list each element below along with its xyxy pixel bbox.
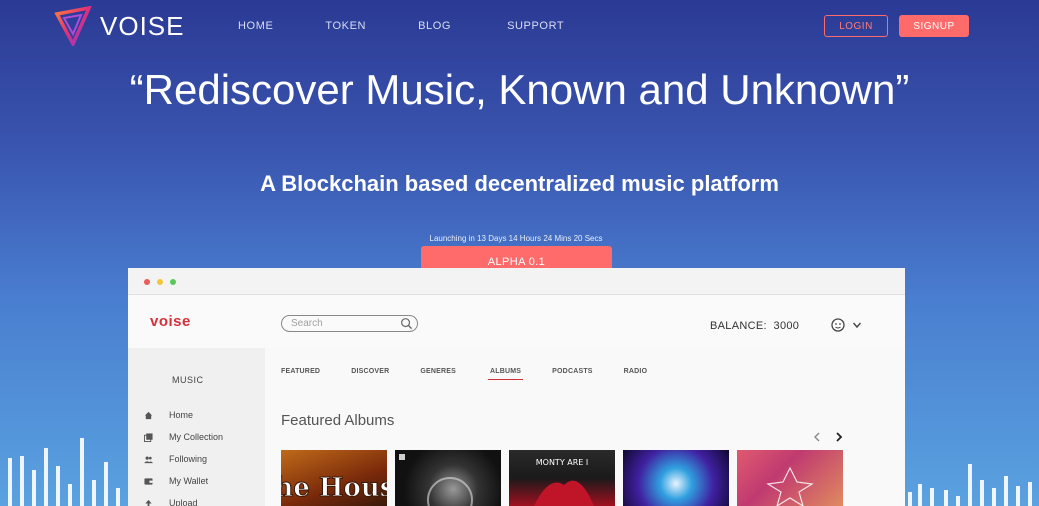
- section-title: Featured Albums: [281, 412, 395, 429]
- tab-featured[interactable]: FEATURED: [281, 368, 320, 375]
- album-card[interactable]: [737, 450, 843, 506]
- equalizer-bar: [980, 480, 984, 506]
- minimize-dot-icon: [157, 279, 163, 285]
- equalizer-bar: [20, 456, 24, 506]
- equalizer-bar: [116, 488, 120, 506]
- album-card[interactable]: [395, 450, 501, 506]
- carousel-controls: [810, 430, 854, 444]
- equalizer-bar: [930, 488, 934, 506]
- site-logo[interactable]: VOISE: [54, 6, 184, 46]
- album-card[interactable]: [623, 450, 729, 506]
- balance-value: 3000: [773, 320, 800, 332]
- album-cover-title: The House: [281, 473, 387, 503]
- equalizer-bar: [1028, 482, 1032, 506]
- main-nav: HOME TOKEN BLOG SUPPORT: [238, 20, 616, 32]
- sidebar-item-following[interactable]: Following: [144, 454, 207, 464]
- hero-subheadline: A Blockchain based decentralized music p…: [260, 171, 779, 196]
- equalizer-bar: [44, 448, 48, 506]
- sidebar-item-label: My Wallet: [169, 476, 209, 486]
- equalizer-bar: [944, 490, 948, 506]
- nav-token[interactable]: TOKEN: [325, 20, 366, 32]
- site-brand-name: VOISE: [100, 10, 185, 41]
- balance-display: BALANCE: 3000: [710, 320, 799, 332]
- equalizer-bar: [56, 466, 60, 506]
- sidebar-item-label: My Collection: [169, 432, 224, 442]
- content-tabs: FEATURED DISCOVER GENERES ALBUMS PODCAST…: [281, 368, 648, 380]
- equalizer-bar: [918, 484, 922, 506]
- equalizer-bar: [68, 484, 72, 506]
- tab-podcasts[interactable]: PODCASTS: [552, 368, 593, 375]
- window-titlebar: [128, 268, 905, 295]
- equalizer-bar: [908, 492, 912, 506]
- maximize-dot-icon: [170, 279, 176, 285]
- launch-countdown: Launching in 13 Days 14 Hours 24 Mins 20…: [429, 234, 603, 243]
- sidebar-title: MUSIC: [172, 375, 204, 385]
- nav-blog[interactable]: BLOG: [418, 20, 451, 32]
- chevron-right-icon[interactable]: [832, 430, 846, 444]
- album-card[interactable]: MONTY ARE I: [509, 450, 615, 506]
- nav-home[interactable]: HOME: [238, 20, 273, 32]
- album-cover-art: [399, 454, 473, 506]
- album-cover-art: [766, 466, 814, 506]
- search-icon[interactable]: [400, 317, 413, 330]
- search-placeholder: Search: [291, 318, 323, 329]
- balance-label: BALANCE:: [710, 320, 767, 332]
- album-cover-art: MONTY ARE I: [534, 458, 594, 506]
- sidebar-item-label: Upload: [169, 498, 198, 506]
- album-card[interactable]: The House: [281, 450, 387, 506]
- equalizer-bar: [968, 464, 972, 506]
- alpha-button[interactable]: ALPHA 0.1: [421, 246, 612, 270]
- search-input[interactable]: Search: [281, 315, 418, 332]
- wallet-icon: [144, 477, 153, 485]
- equalizer-bar: [1004, 476, 1008, 506]
- equalizer-bar: [32, 470, 36, 506]
- sidebar-item-label: Home: [169, 410, 194, 420]
- equalizer-bar: [92, 480, 96, 506]
- album-cover-art: The House: [281, 473, 387, 504]
- collection-icon: [144, 432, 153, 442]
- sidebar-item-my-wallet[interactable]: My Wallet: [144, 476, 208, 486]
- app-preview-window: voise Search BALANCE: 3000 MUSIC Home My…: [128, 268, 905, 506]
- equalizer-bar: [992, 488, 996, 506]
- home-icon: [144, 411, 153, 419]
- people-icon: [144, 456, 153, 463]
- album-cover-title: MONTY ARE I: [536, 458, 589, 467]
- chevron-left-icon[interactable]: [810, 430, 824, 444]
- tab-generes[interactable]: GENERES: [420, 368, 456, 375]
- chevron-down-icon[interactable]: [852, 320, 862, 330]
- equalizer-bar: [1016, 486, 1020, 506]
- login-button[interactable]: LOGIN: [824, 15, 888, 37]
- close-dot-icon: [144, 279, 150, 285]
- equalizer-bar: [80, 438, 84, 506]
- app-brand[interactable]: voise: [150, 313, 191, 330]
- sidebar-item-label: Following: [169, 454, 208, 464]
- sidebar-item-home[interactable]: Home: [144, 410, 193, 420]
- equalizer-bar: [8, 458, 12, 506]
- nav-support[interactable]: SUPPORT: [507, 20, 564, 32]
- hero-headline: “Rediscover Music, Known and Unknown”: [129, 66, 910, 113]
- tab-albums[interactable]: ALBUMS: [488, 368, 524, 380]
- app-header: voise Search BALANCE: 3000: [128, 296, 905, 348]
- sidebar-item-my-collection[interactable]: My Collection: [144, 432, 223, 442]
- signup-button[interactable]: SIGNUP: [899, 15, 969, 37]
- upload-icon: [145, 499, 152, 506]
- sidebar-item-upload[interactable]: Upload: [144, 498, 198, 506]
- tab-radio[interactable]: RADIO: [624, 368, 648, 375]
- featured-albums: The House MONTY ARE I: [281, 450, 851, 506]
- tab-discover[interactable]: DISCOVER: [351, 368, 389, 375]
- equalizer-bar: [956, 496, 960, 506]
- voise-logo-icon: [54, 6, 92, 46]
- equalizer-bar: [104, 462, 108, 506]
- app-sidebar: MUSIC Home My Collection Following My Wa…: [128, 348, 265, 506]
- user-avatar-icon[interactable]: [831, 318, 845, 332]
- top-navigation: VOISE HOME TOKEN BLOG SUPPORT LOGIN SIGN…: [0, 0, 1039, 52]
